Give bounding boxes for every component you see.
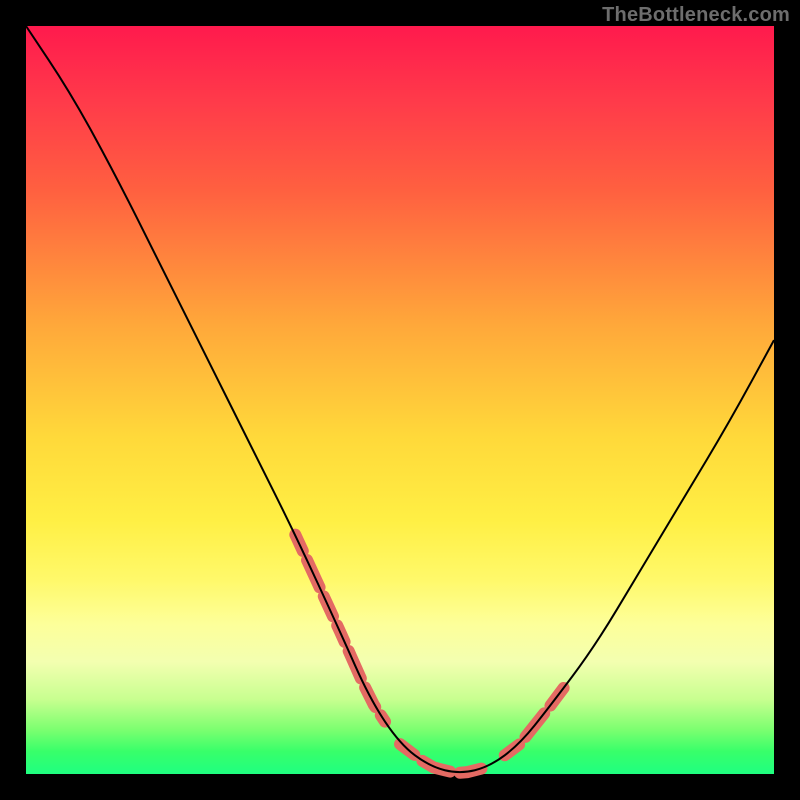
bottleneck-curve bbox=[26, 26, 774, 772]
highlight-segment bbox=[400, 744, 490, 773]
plot-area bbox=[26, 26, 774, 774]
chart-container: TheBottleneck.com bbox=[0, 0, 800, 800]
curve-svg bbox=[26, 26, 774, 774]
watermark-text: TheBottleneck.com bbox=[602, 4, 790, 27]
